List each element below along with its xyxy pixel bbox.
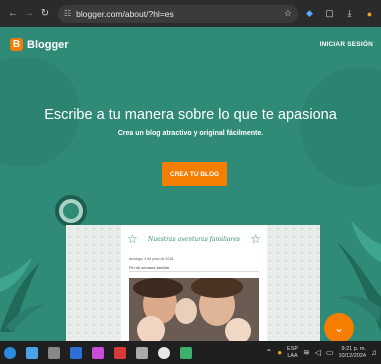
language-indicator[interactable]: ESP LAA [287,346,298,358]
family-photo [129,278,259,341]
start-icon[interactable] [4,346,16,359]
coffee-cup-inner [63,203,79,219]
url-text[interactable]: blogger.com/about/?hl=es [76,9,284,19]
clock[interactable]: 9:21 p. m. 10/12/2024 [338,346,366,359]
scroll-down-button[interactable]: ⌄ [324,313,354,341]
forward-icon[interactable]: → [22,7,36,21]
settings-icon[interactable] [136,346,148,359]
app-icon[interactable] [70,346,82,359]
profile-icon[interactable]: ● [364,8,375,19]
wifi-icon[interactable]: ≋ [303,348,310,357]
address-bar[interactable]: ☷ blogger.com/about/?hl=es ☆ [58,4,298,23]
battery-icon[interactable]: ▭ [326,348,334,357]
hero-subtitle: Crea un blog atractivo y original fácilm… [117,130,264,137]
keyboard-layout: LAA [287,352,298,359]
blogger-landing-page: B Blogger INICIAR SESIÓN Escribe a tu ma… [0,27,381,341]
app-icon[interactable] [158,346,170,359]
browser-toolbar: ← → ↻ ☷ blogger.com/about/?hl=es ☆ ◆ ▢ ⤓… [0,0,381,27]
create-blog-button[interactable]: CREA TU BLOG [162,162,227,186]
preview-blog-title: Nuestras aventuras familiares [148,235,240,243]
back-icon[interactable]: ← [6,7,20,21]
star-icon: ☆ [127,232,138,246]
system-tray: ⌃ ● ESP LAA ≋ ◁ ▭ 9:21 p. m. 10/12/2024 … [265,346,377,359]
app-icon[interactable] [114,346,126,359]
template-preview-card: ☆ Nuestras aventuras familiares ☆ doming… [121,225,267,341]
preview-header: ☆ Nuestras aventuras familiares ☆ [121,225,267,253]
app-icon[interactable] [92,346,104,359]
blogger-logo-icon: B [10,38,23,51]
tray-app-icon[interactable]: ● [277,348,282,357]
reload-icon[interactable]: ↻ [38,7,52,21]
extension-shield-icon[interactable]: ◆ [304,8,315,19]
preview-post-date: domingo, 3 de junio de 2018 [129,257,174,261]
download-icon[interactable]: ⤓ [344,8,355,19]
chevron-up-icon[interactable]: ⌃ [265,348,272,357]
clock-date: 10/12/2024 [338,352,366,359]
signin-link[interactable]: INICIAR SESIÓN [320,41,373,48]
blogger-logo[interactable]: B Blogger [10,38,69,51]
app-icon[interactable] [180,346,192,359]
bookmark-star-icon[interactable]: ☆ [284,8,292,19]
preview-post-title: Fin de semana familiar [129,265,170,270]
app-icon[interactable] [26,346,38,359]
logo-text: Blogger [27,38,69,51]
photo-face [137,316,165,341]
volume-icon[interactable]: ◁ [315,348,321,357]
divider [129,271,259,272]
plant-left-illustration [0,257,44,332]
chevron-down-icon: ⌄ [333,321,345,335]
photo-face [175,298,197,324]
photo-hair [133,278,183,298]
file-explorer-icon[interactable] [48,346,60,359]
star-icon: ☆ [250,232,261,246]
background-decoration [300,67,381,187]
notification-bell-icon[interactable]: ♫ [371,348,377,357]
windows-taskbar: ⌃ ● ESP LAA ≋ ◁ ▭ 9:21 p. m. 10/12/2024 … [0,341,381,364]
photo-hair [191,278,243,298]
photo-face [225,318,251,341]
site-info-icon[interactable]: ☷ [64,9,71,18]
hero-title: Escribe a tu manera sobre lo que te apas… [44,107,337,123]
extensions-icon[interactable]: ▢ [324,8,335,19]
